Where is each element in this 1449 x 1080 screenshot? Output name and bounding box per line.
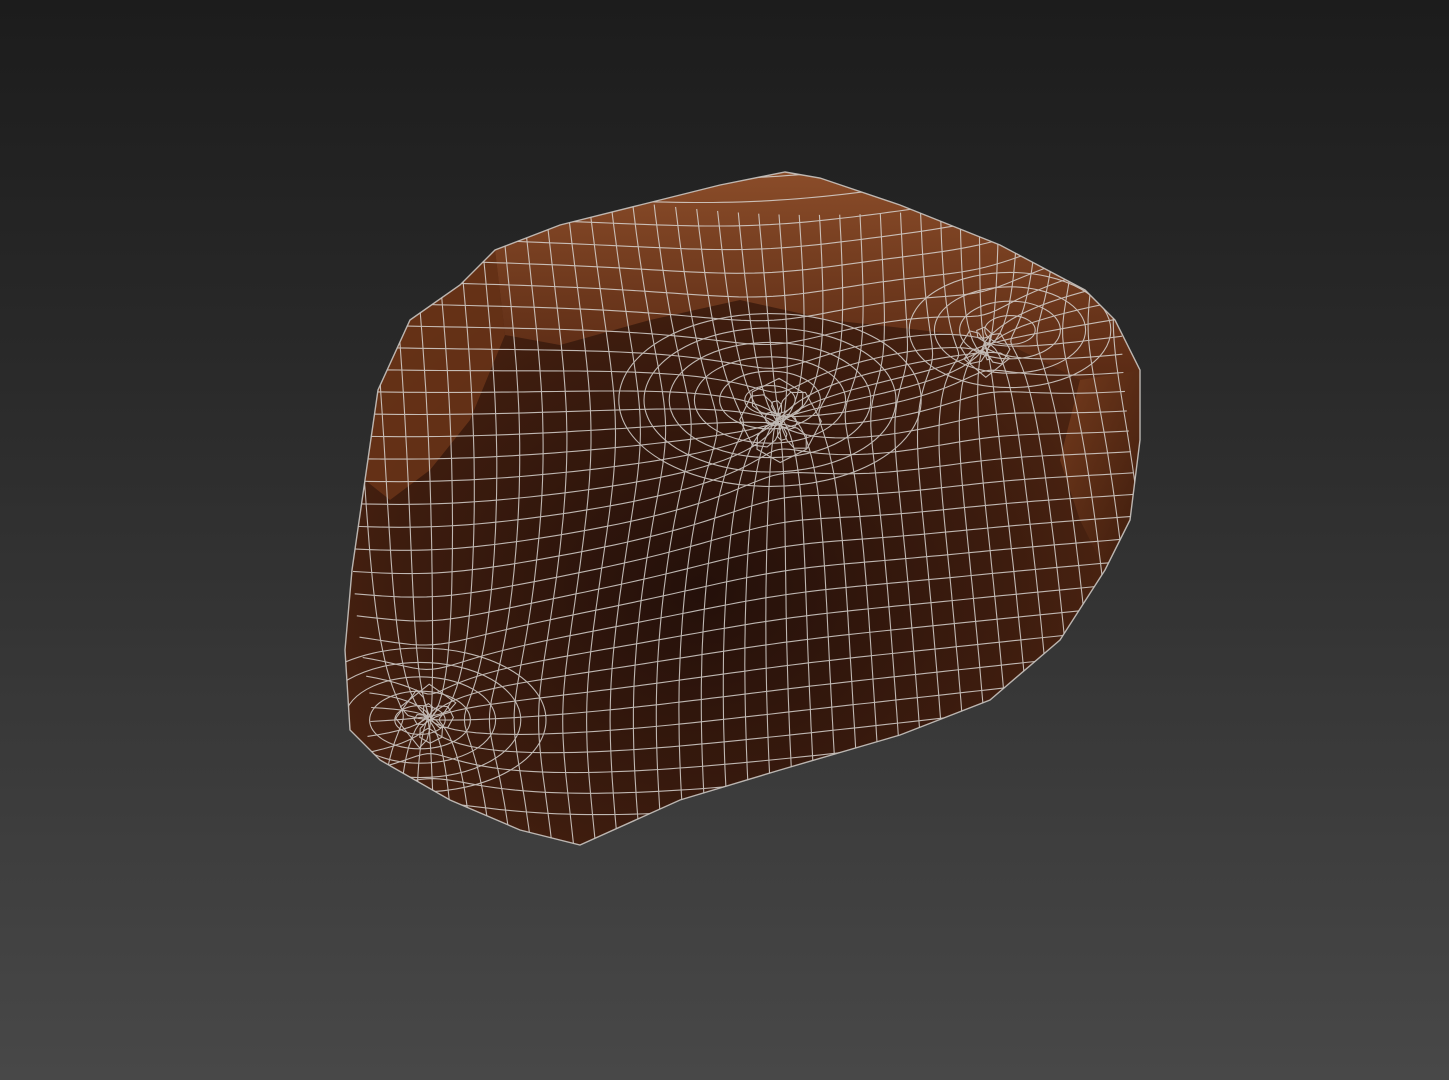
rock-model[interactable] xyxy=(294,110,1171,861)
3d-viewport[interactable] xyxy=(0,0,1449,1080)
viewport-canvas[interactable] xyxy=(0,0,1449,1080)
mesh-edge xyxy=(345,172,1140,180)
